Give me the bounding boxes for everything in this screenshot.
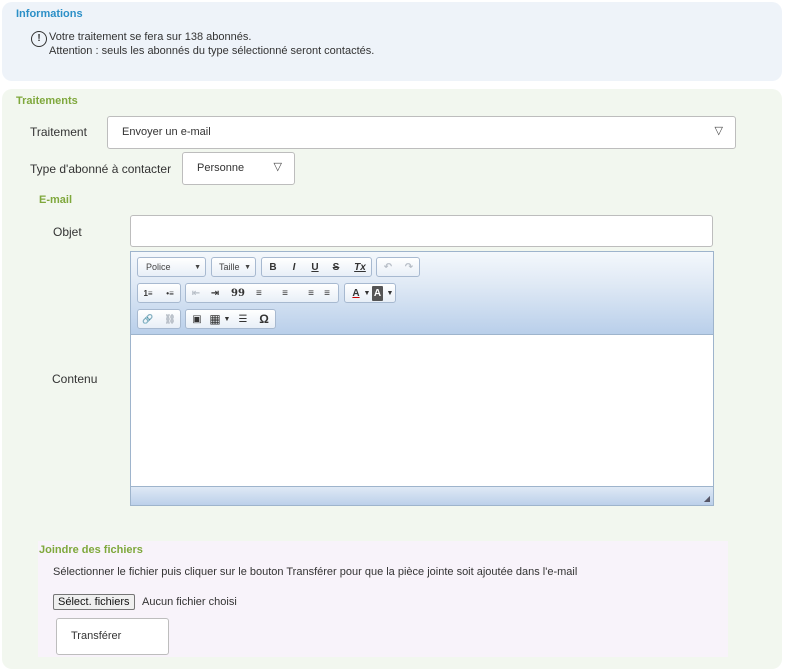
link-group: 🔗 ⛓ <box>137 309 181 329</box>
blockquote-button[interactable]: 99 <box>230 286 246 301</box>
email-title: E-mail <box>39 194 73 206</box>
editor-toolbar: Police ▼ Taille ▼ B I U S Tx ↶ ↷ 1≡ •≡ ⇤… <box>131 252 713 335</box>
chevron-down-icon: ▼ <box>244 264 251 271</box>
size-combo[interactable]: Taille ▼ <box>211 257 256 277</box>
resize-handle-icon[interactable]: ◢ <box>704 494 710 503</box>
list-group: 1≡ •≡ <box>137 283 181 303</box>
traitement-select[interactable]: Envoyer un e-mail ▽ <box>107 116 736 149</box>
type-abonne-select[interactable]: Personne ▽ <box>182 152 295 185</box>
info-line-2: Attention : seuls les abonnés du type sé… <box>49 45 375 57</box>
rich-text-editor[interactable]: Police ▼ Taille ▼ B I U S Tx ↶ ↷ 1≡ •≡ ⇤… <box>130 251 714 506</box>
attachments-instructions: Sélectionner le fichier puis cliquer sur… <box>53 566 578 578</box>
format-group: B I U S Tx <box>261 257 372 277</box>
history-group: ↶ ↷ <box>376 257 420 277</box>
italic-button[interactable]: I <box>286 260 302 275</box>
align-center-button[interactable]: ≡ <box>277 286 293 301</box>
traitement-select-value: Envoyer un e-mail <box>122 126 211 138</box>
strikethrough-button[interactable]: S <box>328 260 344 275</box>
objet-label: Objet <box>53 225 82 239</box>
image-icon[interactable]: ▣ <box>189 312 205 327</box>
align-right-button[interactable]: ≡ <box>298 286 314 301</box>
editor-footer: ◢ <box>131 486 713 505</box>
chevron-down-icon: ▼ <box>223 316 231 323</box>
informations-title: Informations <box>16 8 83 20</box>
redo-button[interactable]: ↷ <box>401 260 417 275</box>
numbered-list-button[interactable]: 1≡ <box>140 286 156 301</box>
traitements-title: Traitements <box>16 95 78 107</box>
chevron-down-icon: ▼ <box>386 290 394 297</box>
info-line-1: Votre traitement se fera sur 138 abonnés… <box>49 31 252 43</box>
contenu-label: Contenu <box>52 372 98 386</box>
underline-button[interactable]: U <box>307 260 323 275</box>
traitement-label: Traitement <box>30 125 87 139</box>
link-icon[interactable]: 🔗 <box>140 312 156 327</box>
chevron-down-icon: ▼ <box>194 264 201 271</box>
outdent-button[interactable]: ⇤ <box>188 286 204 301</box>
bold-button[interactable]: B <box>265 260 281 275</box>
remove-format-button[interactable]: Tx <box>352 260 368 275</box>
file-status: Aucun fichier choisi <box>142 596 237 608</box>
color-group: A ▼ A ▼ <box>344 283 396 303</box>
insert-group: ▣ ▦ ▼ ☰ Ω <box>185 309 276 329</box>
chevron-down-icon: ▽ <box>273 161 282 173</box>
attachments-title: Joindre des fichiers <box>39 544 143 556</box>
select-files-button[interactable]: Sélect. fichiers <box>53 594 135 610</box>
paragraph-group: ⇤ ⇥ 99 ≡ ≡ ≡ ≡ <box>185 283 339 303</box>
unlink-icon[interactable]: ⛓ <box>162 312 178 327</box>
special-char-icon[interactable]: Ω <box>256 312 272 327</box>
type-abonne-label: Type d'abonné à contacter <box>30 162 172 176</box>
font-combo[interactable]: Police ▼ <box>137 257 206 277</box>
bullet-list-button[interactable]: •≡ <box>162 286 178 301</box>
transfer-button[interactable]: Transférer <box>56 618 169 655</box>
justify-button[interactable]: ≡ <box>319 286 335 301</box>
horizontal-rule-icon[interactable]: ☰ <box>235 312 251 327</box>
info-icon: ! <box>31 31 47 47</box>
objet-input[interactable] <box>130 215 713 247</box>
indent-button[interactable]: ⇥ <box>207 286 223 301</box>
chevron-down-icon: ▽ <box>714 125 723 137</box>
type-abonne-select-value: Personne <box>197 162 245 174</box>
align-left-button[interactable]: ≡ <box>256 286 272 301</box>
undo-button[interactable]: ↶ <box>380 260 396 275</box>
